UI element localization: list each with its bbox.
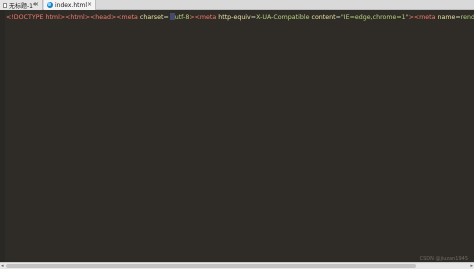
code-token: <meta <box>116 14 138 21</box>
tab-bar: 无标题-1 * × index.html × <box>0 0 474 10</box>
edge-browser-icon <box>47 2 53 8</box>
close-tab-icon[interactable]: × <box>87 1 92 9</box>
tab-label: 无标题-1 <box>9 2 33 10</box>
scroll-right-icon[interactable]: ▸ <box>470 263 473 269</box>
code-token: <!DOCTYPE html> <box>6 14 66 21</box>
tab-label: index.html <box>55 1 87 9</box>
code-token: charset <box>137 14 164 21</box>
code-token: <html> <box>65 14 90 21</box>
code-line[interactable]: <!DOCTYPE html><html><head><meta charset… <box>6 13 474 22</box>
editor-gutter <box>0 10 5 262</box>
code-editor[interactable]: <!DOCTYPE html><html><head><meta charset… <box>0 10 474 262</box>
code-token: renderer <box>460 14 474 21</box>
close-tab-icon[interactable]: × <box>34 1 39 9</box>
code-token: X-UA-Compatible <box>256 14 310 21</box>
page-icon <box>3 2 7 8</box>
code-token: utf-8 <box>174 14 190 21</box>
tab-index-html[interactable]: index.html × <box>44 0 96 10</box>
code-token: <meta <box>413 14 436 21</box>
tab-untitled[interactable]: 无标题-1 * × <box>0 0 43 10</box>
code-token: name <box>435 14 456 21</box>
code-token: content <box>309 14 336 21</box>
watermark: CSDN @jiuzan1945 <box>419 256 468 262</box>
scrollbar-thumb[interactable] <box>6 264 416 268</box>
code-token: <meta <box>194 14 217 21</box>
code-token: "IE=edge,chrome=1" <box>340 14 409 21</box>
horizontal-scrollbar[interactable]: ◂ ▸ <box>0 262 474 269</box>
code-token: = <box>163 14 169 21</box>
code-token: http-equiv <box>216 14 251 21</box>
code-token: <head> <box>90 14 117 21</box>
scroll-left-icon[interactable]: ◂ <box>1 263 4 269</box>
